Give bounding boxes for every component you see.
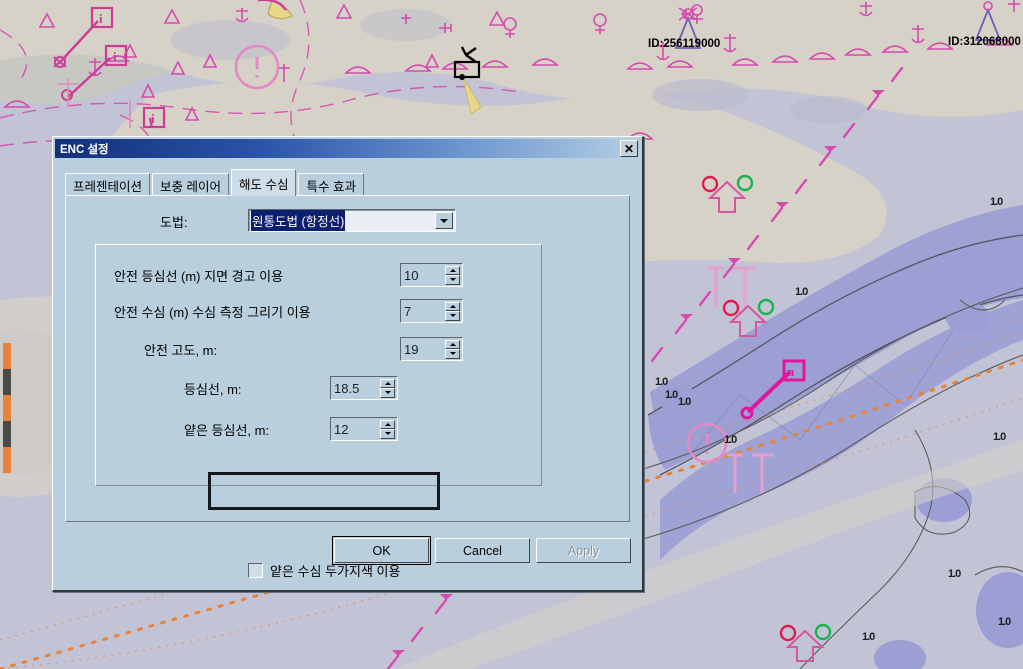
checkbox-two-shade-shallow[interactable]	[248, 563, 263, 578]
tab-special-effects[interactable]: 특수 효과	[298, 173, 364, 196]
label-contour: 등심선, m:	[184, 382, 242, 397]
tab-chart-depth[interactable]: 해도 수심	[231, 169, 297, 196]
depth-settings-group: 안전 등심선 (m) 지면 경고 이용 10 안전 수심 (m) 수심 측정 그…	[95, 244, 542, 579]
spinner-down-icon[interactable]	[380, 429, 395, 439]
spinner-down-icon[interactable]	[445, 275, 460, 285]
spinner-value-safety-depth: 7	[404, 303, 412, 319]
field-row-shallow-contour: 얕은 등심선, m: 12	[96, 417, 541, 443]
spinner-down-icon[interactable]	[380, 388, 395, 398]
svg-text:i: i	[99, 11, 103, 26]
projection-selected-value: 원통도법 (항정선)	[251, 210, 346, 231]
depth-label: 1.0	[795, 286, 808, 298]
spinner-contour[interactable]: 18.5	[330, 376, 398, 400]
checkbox-label-two-shade-shallow: 얕은 수심 두가지색 이용	[270, 564, 401, 579]
depth-label: 1.0	[655, 376, 668, 388]
tab-presentation[interactable]: 프레젠테이션	[65, 173, 151, 196]
focus-highlight-rect	[208, 472, 440, 510]
spinner-up-icon[interactable]	[445, 265, 460, 275]
svg-text:i: i	[151, 111, 155, 126]
spinner-down-icon[interactable]	[445, 311, 460, 321]
label-safety-depth: 안전 수심 (m) 수심 측정 그리기 이용	[114, 305, 311, 320]
apply-button: Apply	[536, 538, 631, 563]
field-row-contour: 등심선, m: 18.5	[96, 376, 541, 402]
projection-select[interactable]: 원통도법 (항정선)	[248, 209, 456, 232]
svg-text:n: n	[787, 364, 795, 379]
svg-text:i: i	[113, 49, 117, 64]
spinner-up-icon[interactable]	[445, 301, 460, 311]
checkbox-row-two-shade-shallow[interactable]: 얕은 수심 두가지색 이용	[248, 561, 400, 580]
chevron-down-icon[interactable]	[435, 212, 453, 229]
close-icon[interactable]: ✕	[620, 140, 638, 157]
spinner-buttons[interactable]	[445, 301, 460, 321]
dialog-title-bar[interactable]: ENC 설정 ✕	[55, 139, 640, 158]
spinner-value-contour: 18.5	[334, 380, 360, 396]
ok-button[interactable]: OK	[332, 536, 431, 565]
depth-label: 1.0	[998, 616, 1011, 628]
enc-settings-dialog[interactable]: ENC 설정 ✕ 프레젠테이션 보충 레이어 해도 수심 특수 효과 도법: 원…	[52, 136, 644, 592]
field-row-safety-depth: 안전 수심 (m) 수심 측정 그리기 이용 7	[96, 299, 541, 325]
depth-label: 1.0	[724, 434, 737, 446]
field-row-safety-height: 안전 고도, m: 19	[96, 337, 541, 363]
spinner-up-icon[interactable]	[380, 378, 395, 388]
spinner-shallow-contour[interactable]: 12	[330, 417, 398, 441]
triangle-down-glyph	[440, 218, 448, 223]
spinner-safety-depth[interactable]: 7	[400, 299, 463, 323]
depth-label: 1.0	[993, 431, 1006, 443]
depth-label: 1.0	[862, 631, 875, 643]
spinner-safety-height[interactable]: 19	[400, 337, 463, 361]
field-row-safety-contour: 안전 등심선 (m) 지면 경고 이용 10	[96, 263, 541, 289]
spinner-value-shallow-contour: 12	[334, 421, 349, 437]
spinner-buttons[interactable]	[445, 339, 460, 359]
depth-label: 1.0	[665, 389, 678, 401]
spinner-buttons[interactable]	[380, 378, 395, 398]
spinner-buttons[interactable]	[380, 419, 395, 439]
projection-label: 도법:	[160, 215, 188, 230]
spinner-up-icon[interactable]	[445, 339, 460, 349]
spinner-value-safety-contour: 10	[404, 267, 419, 283]
ais-vessel-id-label: ID:256119000	[648, 38, 720, 50]
tab-panel-chart-depth: 도법: 원통도법 (항정선) 안전 등심선 (m) 지면 경고 이용 10 안전…	[65, 195, 630, 579]
tab-supplementary-layers[interactable]: 보충 레이어	[152, 173, 229, 196]
tab-strip[interactable]: 프레젠테이션 보충 레이어 해도 수심 특수 효과	[65, 169, 366, 196]
spinner-up-icon[interactable]	[380, 419, 395, 429]
spinner-buttons[interactable]	[445, 265, 460, 285]
depth-label: 1.0	[678, 396, 691, 408]
label-safety-contour: 안전 등심선 (m) 지면 경고 이용	[114, 269, 284, 284]
cancel-button[interactable]: Cancel	[435, 538, 530, 563]
spinner-down-icon[interactable]	[445, 349, 460, 359]
spinner-value-safety-height: 19	[404, 341, 419, 357]
depth-label: 1.0	[990, 196, 1003, 208]
depth-label: 1.0	[948, 568, 961, 580]
spinner-safety-contour[interactable]: 10	[400, 263, 463, 287]
ais-vessel-id-label: ID:312068000	[948, 36, 1021, 48]
label-shallow-contour: 얕은 등심선, m:	[184, 423, 270, 438]
label-safety-height: 안전 고도, m:	[144, 343, 218, 358]
dialog-title: ENC 설정	[60, 143, 109, 156]
scale-bar	[3, 343, 11, 473]
